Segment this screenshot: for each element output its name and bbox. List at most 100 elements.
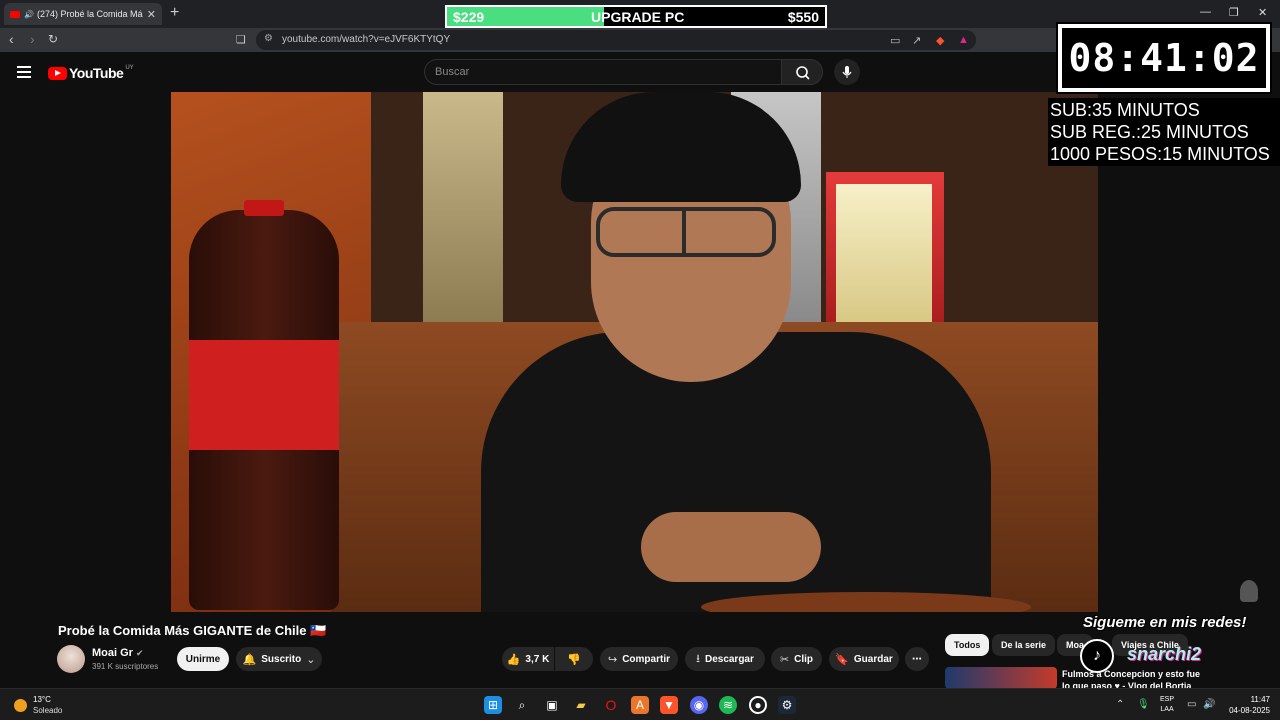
save-label: Guardar [853,653,893,665]
subscribed-label: Suscrito [261,653,302,665]
bookmark-icon[interactable]: ❏ [236,33,246,46]
language-indicator[interactable]: ESP LAA [1160,695,1174,715]
like-button[interactable]: 👍 3,7 K [502,647,554,671]
tab-title: (274) Probé la Comida Más G [36,9,143,19]
clock-time: 11:47 [1250,695,1270,704]
window-close-icon[interactable]: ✕ [1258,6,1267,19]
system-clock[interactable]: 11:47 04-08-2025 [1228,694,1270,716]
clip-label: Clip [794,653,814,665]
menu-icon[interactable] [17,66,31,81]
obs-icon[interactable]: ● [749,696,767,714]
back-icon[interactable]: ‹ [9,31,14,47]
file-explorer-icon[interactable]: ▰ [572,696,590,714]
discord-icon[interactable]: ◉ [690,696,708,714]
channel-name-text: Moai Gr [92,647,133,659]
microphone-icon [842,66,852,78]
steam-icon[interactable]: ⚙ [778,696,796,714]
cast-icon[interactable]: ▭ [890,34,900,47]
download-icon: ⭳ [696,652,700,665]
verified-icon: ✔ [136,648,144,658]
share-label: Compartir [622,653,670,665]
bookmark-save-icon: 🔖 [835,653,849,666]
download-label: Descargar [704,653,754,665]
tab-close-button[interactable]: ✕ [147,8,156,21]
voice-search-button[interactable] [834,59,860,85]
network-icon[interactable]: ▭ [1187,699,1196,710]
upgrade-current: $229 [453,9,485,25]
share-button[interactable]: ↪ Compartir [600,647,678,671]
weather-description: Soleado [33,706,63,715]
url-text: youtube.com/watch?v=eJVF6KTYtQY [282,34,451,45]
social-handle: snarchi2 [1127,644,1202,664]
speaker-icon[interactable]: 🔊 [24,10,34,19]
recommendation-thumbnail[interactable] [945,667,1057,689]
timer-value: 08:41:02 [1068,36,1260,80]
tray-chevron-icon[interactable]: ⌃ [1116,699,1124,710]
search-icon [796,66,810,80]
search-placeholder: Buscar [435,66,470,78]
video-title: Probé la Comida Más GIGANTE de Chile 🇨🇱 [58,623,327,638]
app-a-icon[interactable]: A [631,696,649,714]
layout-code: LAA [1160,706,1174,713]
task-view-icon[interactable]: ▣ [543,696,561,714]
subathon-rules: SUB:35 MINUTOS SUB REG.:25 MINUTOS 1000 … [1048,98,1280,166]
chevron-down-icon: ⌄ [306,653,316,666]
taskbar: 13°C Soleado ⊞ ⌕ ▣ ▰ O A ▼ ◉ ≋ ● ⚙ ⌃ 🎙 E… [0,688,1280,720]
tray-mic-icon[interactable]: 🎙 [1137,699,1150,710]
scissors-icon: ✂ [779,653,790,666]
join-button[interactable]: Unirme [177,647,229,671]
rule-line: SUB REG.:25 MINUTOS [1050,122,1249,142]
clip-button[interactable]: ✂ Clip [771,647,822,671]
brave-shields-icon[interactable]: ◆ [936,34,944,47]
search-taskbar-icon[interactable]: ⌕ [513,696,531,714]
forward-icon[interactable]: › [30,31,35,47]
save-button[interactable]: 🔖 Guardar [829,647,899,671]
new-tab-button[interactable]: + [170,4,179,22]
more-actions-button[interactable]: ⋯ [905,647,929,671]
dislike-button[interactable]: 👎 [555,647,593,671]
minimize-icon[interactable]: — [1200,6,1211,18]
youtube-wordmark: YouTube [69,65,124,81]
search-input[interactable]: Buscar [424,59,782,85]
video-person [451,92,1011,612]
youtube-logo[interactable]: YouTube UY [48,65,134,81]
video-player[interactable] [171,92,1098,612]
weather-sun-icon[interactable] [14,699,27,712]
region-code: UY [125,65,134,71]
download-button[interactable]: ⭳ Descargar [685,647,765,671]
rule-line: 1000 PESOS:15 MINUTOS [1050,144,1270,164]
screen: 🔊 (274) Probé la Comida Más G ✕ + — ❐ ✕ … [0,0,1280,720]
windows-start-icon[interactable]: ⊞ [484,696,502,714]
chip-de-la-serie[interactable]: De la serie [992,634,1056,656]
browser-tab[interactable]: 🔊 (274) Probé la Comida Más G ✕ [4,3,162,25]
brave-icon[interactable]: ▼ [660,696,678,714]
upgrade-label: UPGRADE PC [591,9,685,25]
follow-overlay-text: Sigueme en mis redes! [1083,614,1247,631]
chip-todos[interactable]: Todos [945,634,990,656]
site-info-icon[interactable]: ⚙ [264,33,273,44]
thumbs-down-icon: 👎 [567,653,581,666]
share-icon[interactable]: ↗ [912,34,921,47]
share-arrow-icon: ↪ [607,653,618,666]
volume-icon[interactable]: 🔊 [1203,699,1215,710]
address-bar[interactable]: ⚙ youtube.com/watch?v=eJVF6KTYtQY ▭ ↗ ◆ … [256,30,976,50]
youtube-play-icon [48,66,67,80]
search-button[interactable] [781,59,823,85]
rewards-icon[interactable]: ▲ [958,34,969,46]
channel-avatar[interactable] [57,645,85,673]
clock-date: 04-08-2025 [1229,706,1270,715]
rule-line: SUB:35 MINUTOS [1050,100,1200,120]
opera-icon[interactable]: O [602,696,620,714]
upgrade-progress-bar: $229 UPGRADE PC $550 [445,5,827,28]
maximize-icon[interactable]: ❐ [1229,6,1239,19]
like-count: 3,7 K [525,653,550,665]
subscribed-button[interactable]: 🔔 Suscrito ⌄ [236,647,322,671]
video-soda-bottle [189,200,339,610]
streamer-mini-avatar [1240,580,1258,602]
stream-timer: 08:41:02 [1058,24,1270,92]
weather-temperature: 13°C [33,695,51,704]
spotify-icon[interactable]: ≋ [719,696,737,714]
tiktok-icon: ♪ [1080,639,1114,673]
channel-name[interactable]: Moai Gr ✔ [92,647,144,659]
reload-icon[interactable]: ↻ [48,32,58,46]
